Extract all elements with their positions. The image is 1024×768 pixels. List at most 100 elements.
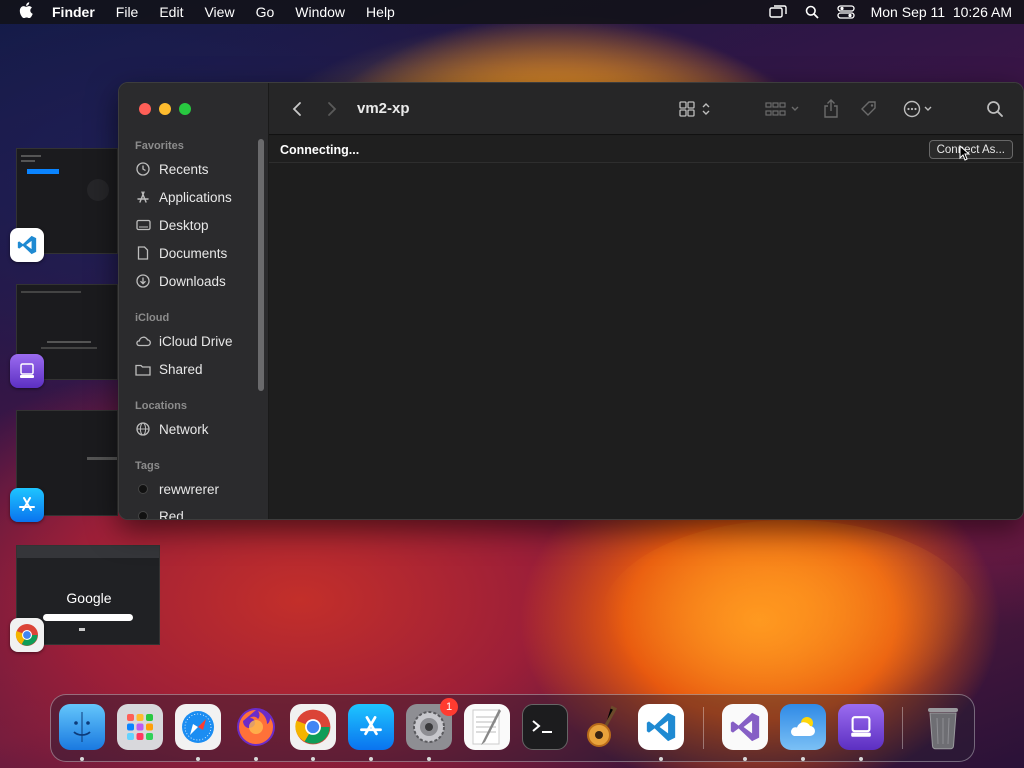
- forward-button[interactable]: [324, 98, 340, 120]
- tag-icon[interactable]: [859, 98, 879, 120]
- sidebar-item-network[interactable]: Network: [135, 417, 265, 441]
- minimize-button[interactable]: [159, 103, 171, 115]
- sidebar-item-applications[interactable]: Applications: [135, 185, 265, 209]
- search-icon[interactable]: [985, 98, 1005, 120]
- sidebar-item-label: Shared: [159, 361, 203, 377]
- sidebar-item-tag-red[interactable]: Red: [135, 504, 265, 520]
- menu-view[interactable]: View: [204, 4, 234, 20]
- connecting-status: Connecting...: [280, 143, 360, 157]
- dock-running-indicator: [254, 757, 258, 761]
- dock: 1: [50, 694, 975, 762]
- tag-dot-icon: [135, 508, 151, 519]
- menubar-clock[interactable]: Mon Sep 11 10:26 AM: [871, 4, 1012, 20]
- dock-finder-icon[interactable]: [59, 704, 105, 750]
- sidebar-item-desktop[interactable]: Desktop: [135, 213, 265, 237]
- apple-menu-icon[interactable]: [12, 2, 40, 22]
- globe-icon: [135, 421, 151, 437]
- desktop-icon: [135, 217, 151, 233]
- dock-separator: [703, 707, 704, 749]
- zoom-button[interactable]: [179, 103, 191, 115]
- dock-separator: [902, 707, 903, 749]
- sidebar-item-label: iCloud Drive: [159, 333, 233, 349]
- dock-garageband-icon[interactable]: [580, 704, 626, 750]
- menu-help[interactable]: Help: [366, 4, 395, 20]
- clock-icon: [135, 161, 151, 177]
- sidebar-section-favorites: Favorites: [135, 140, 184, 152]
- dock-running-indicator: [369, 757, 373, 761]
- back-button[interactable]: [289, 98, 305, 120]
- cloud-icon: [135, 333, 151, 349]
- dock-weather-icon[interactable]: [780, 704, 826, 750]
- finder-content-area[interactable]: [269, 164, 1023, 519]
- window-title: vm2-xp: [357, 100, 410, 117]
- window-controls: [139, 103, 191, 115]
- menu-window[interactable]: Window: [295, 4, 345, 20]
- dock-vscode-icon[interactable]: [638, 704, 684, 750]
- sidebar-item-recents[interactable]: Recents: [135, 157, 265, 181]
- chrome-icon[interactable]: [10, 618, 44, 652]
- sidebar-section-icloud: iCloud: [135, 312, 170, 324]
- dock-textedit-icon[interactable]: [464, 704, 510, 750]
- mouse-cursor-icon: [959, 145, 971, 161]
- dock-running-indicator: [859, 757, 863, 761]
- share-icon[interactable]: [821, 98, 841, 120]
- sidebar-section-tags: Tags: [135, 460, 160, 472]
- dock-terminal-icon[interactable]: [522, 704, 568, 750]
- screen-mirroring-icon[interactable]: [768, 5, 787, 19]
- finder-sidebar: Favorites Recents Applications Desktop D…: [119, 83, 269, 519]
- shared-folder-icon: [135, 361, 151, 377]
- menu-file[interactable]: File: [116, 4, 139, 20]
- dock-running-indicator: [80, 757, 84, 761]
- sidebar-item-label: Applications: [159, 189, 232, 205]
- dock-running-indicator: [801, 757, 805, 761]
- notification-badge: 1: [440, 698, 458, 716]
- wallpaper-glow: [600, 520, 980, 720]
- sidebar-item-label: rewwrerer: [159, 481, 220, 497]
- connection-bar: Connecting... Connect As...: [269, 136, 1023, 163]
- control-center-icon[interactable]: [836, 5, 855, 19]
- sidebar-item-label: Documents: [159, 245, 228, 261]
- more-actions-icon[interactable]: [901, 98, 939, 120]
- dock-chrome-icon[interactable]: [290, 704, 336, 750]
- dock-launchpad-icon[interactable]: [117, 704, 163, 750]
- sidebar-item-label: Recents: [159, 161, 209, 177]
- sidebar-item-downloads[interactable]: Downloads: [135, 269, 265, 293]
- finder-toolbar: vm2-xp: [269, 83, 1023, 135]
- sidebar-item-shared[interactable]: Shared: [135, 357, 265, 381]
- google-logo-text: Google: [66, 590, 112, 606]
- dock-running-indicator: [659, 757, 663, 761]
- menu-go[interactable]: Go: [256, 4, 275, 20]
- sidebar-scrollbar[interactable]: [258, 139, 264, 391]
- dock-system-settings-icon[interactable]: 1: [406, 698, 458, 750]
- menu-bar: Finder File Edit View Go Window Help Mon…: [0, 0, 1024, 24]
- app-store-icon[interactable]: [10, 488, 44, 522]
- sidebar-item-documents[interactable]: Documents: [135, 241, 265, 265]
- applications-icon: [135, 189, 151, 205]
- finder-window[interactable]: Favorites Recents Applications Desktop D…: [118, 82, 1024, 520]
- dock-app-store-icon[interactable]: [348, 704, 394, 750]
- sidebar-item-label: Desktop: [159, 217, 209, 233]
- dock-apple-configurator-icon[interactable]: [838, 704, 884, 750]
- sidebar-item-icloud-drive[interactable]: iCloud Drive: [135, 329, 265, 353]
- dock-trash-icon[interactable]: [920, 704, 966, 750]
- sidebar-item-label: Red: [159, 508, 184, 520]
- spotlight-search-icon[interactable]: [803, 5, 821, 19]
- apple-configurator-icon[interactable]: [10, 354, 44, 388]
- download-icon: [135, 273, 151, 289]
- sidebar-item-tag-rewwrerer[interactable]: rewwrerer: [135, 477, 265, 501]
- menu-app-name[interactable]: Finder: [52, 4, 95, 20]
- dock-safari-icon[interactable]: [175, 704, 221, 750]
- dock-running-indicator: [196, 757, 200, 761]
- menu-edit[interactable]: Edit: [159, 4, 183, 20]
- vscode-icon[interactable]: [10, 228, 44, 262]
- dock-running-indicator: [427, 757, 431, 761]
- tag-dot-icon: [135, 481, 151, 497]
- dock-running-indicator: [743, 757, 747, 761]
- close-button[interactable]: [139, 103, 151, 115]
- dock-running-indicator: [311, 757, 315, 761]
- dock-firefox-icon[interactable]: [233, 704, 279, 750]
- sidebar-item-label: Downloads: [159, 273, 226, 289]
- group-by-icon[interactable]: [763, 98, 803, 120]
- view-mode-icon[interactable]: [677, 98, 715, 120]
- dock-visual-studio-icon[interactable]: [722, 704, 768, 750]
